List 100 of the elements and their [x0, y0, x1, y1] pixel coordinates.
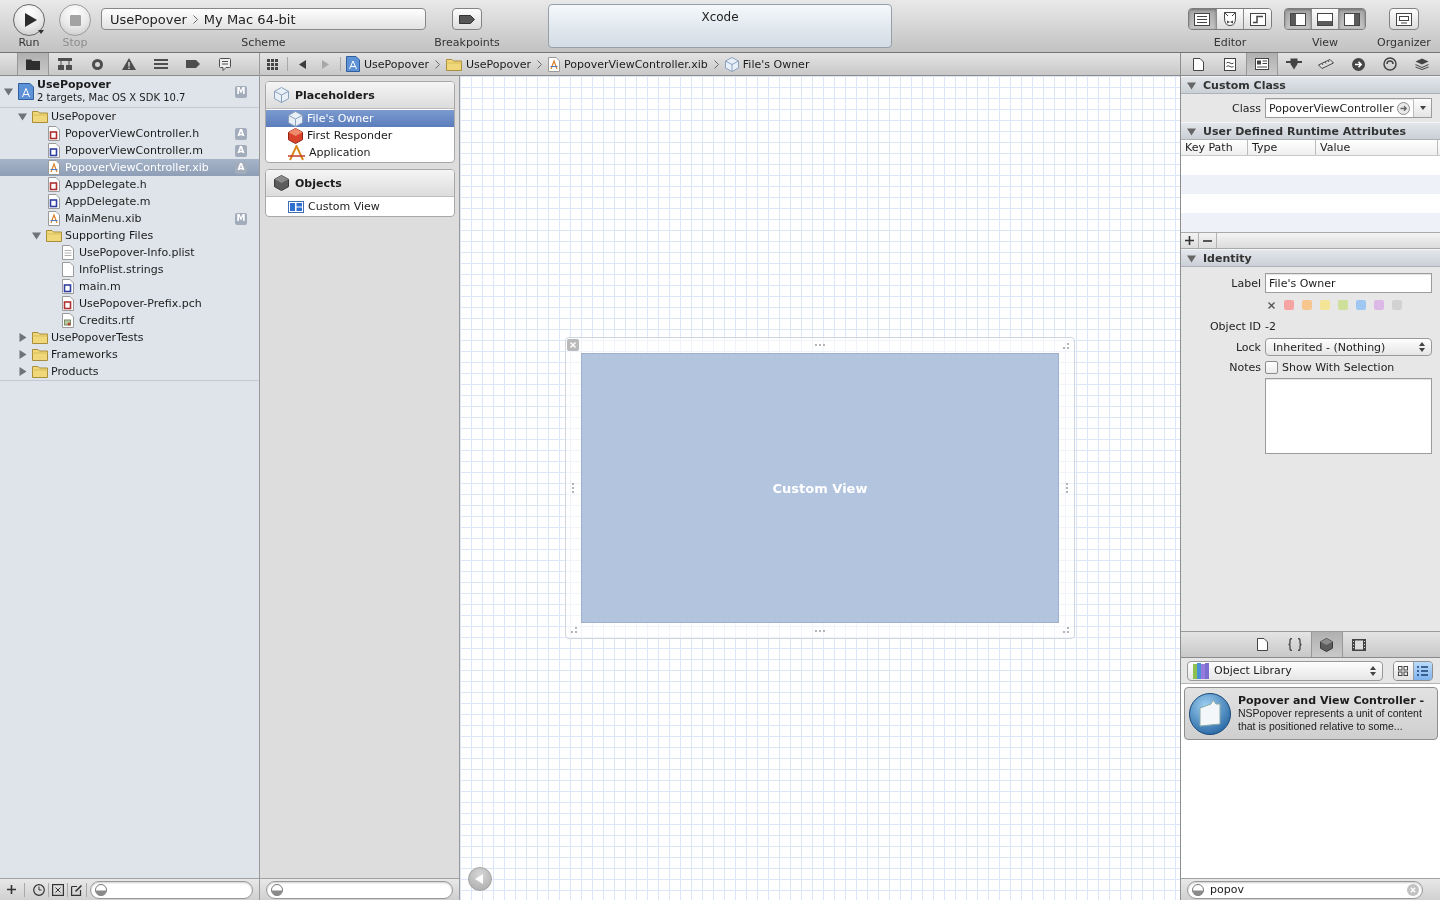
disclosure-triangle-icon[interactable] — [18, 367, 27, 376]
column-header[interactable]: Value — [1316, 140, 1438, 155]
run-button[interactable] — [13, 4, 45, 36]
folder-icon — [32, 110, 48, 123]
class-combo-box[interactable]: PopoverViewController — [1265, 98, 1432, 118]
library-popup[interactable]: Object Library — [1187, 660, 1383, 681]
unsaved-filter-button[interactable] — [52, 883, 64, 896]
plus-icon — [7, 885, 16, 894]
search-field[interactable]: popov — [1187, 880, 1423, 899]
speech-bubble-icon — [219, 57, 231, 71]
breadcrumb[interactable]: PopoverViewController.xib — [546, 53, 710, 75]
disclosure-triangle-icon[interactable] — [1187, 80, 1196, 90]
navigator-row[interactable]: AppDelegate.m — [0, 193, 259, 210]
minus-icon — [1203, 239, 1212, 242]
lock-popup[interactable]: Inherited - (Nothing) — [1265, 338, 1432, 356]
books-icon — [1193, 662, 1209, 679]
disclosure-triangle-icon[interactable] — [1187, 253, 1196, 263]
navigator-row[interactable]: main.m — [0, 278, 259, 295]
swatch-icon[interactable] — [1320, 300, 1330, 310]
checkbox-label: Show With Selection — [1282, 360, 1395, 374]
view-segment[interactable] — [1285, 9, 1311, 29]
interface-file-icon — [48, 211, 60, 226]
disclosure-triangle-icon[interactable] — [18, 350, 27, 359]
breadcrumb[interactable]: UsePopover — [444, 53, 534, 75]
swatch-icon[interactable] — [1374, 300, 1384, 310]
left-triangle-icon — [475, 874, 483, 884]
navigator-row[interactable]: Products — [0, 363, 259, 380]
breakpoints-button[interactable] — [452, 8, 482, 30]
stop-icon — [69, 14, 81, 26]
section-header[interactable]: User Defined Runtime Attributes — [1181, 122, 1440, 140]
column-header[interactable]: Type — [1248, 140, 1316, 155]
disclosure-triangle-icon[interactable] — [18, 333, 27, 342]
navigator-row[interactable]: Credits.rtf — [0, 312, 259, 329]
view-mode-button[interactable] — [1412, 661, 1432, 680]
toolbar-label: Organizer — [1377, 36, 1431, 49]
section-header[interactable]: Custom Class — [1181, 76, 1440, 94]
editor-segment[interactable] — [1243, 9, 1271, 29]
inspector-tab[interactable] — [1246, 53, 1278, 75]
tag-icon — [459, 14, 475, 24]
editor-segment[interactable] — [1189, 9, 1216, 29]
column-header[interactable]: Key Path — [1181, 140, 1248, 155]
navigator-row[interactable]: PopoverViewController.h A — [0, 125, 259, 142]
resize-grip-icon[interactable] — [1063, 343, 1069, 349]
swatch-icon[interactable] — [1356, 300, 1366, 310]
code-file-icon — [48, 126, 60, 141]
x-mark-icon[interactable] — [1268, 301, 1275, 309]
navigator-row[interactable]: UsePopover-Info.plist — [0, 244, 259, 261]
navigator-row[interactable]: Frameworks — [0, 346, 259, 363]
navigator-row[interactable]: AppDelegate.h — [0, 176, 259, 193]
filter-field[interactable] — [90, 880, 253, 899]
swatch-icon[interactable] — [1284, 300, 1294, 310]
navigator-row[interactable]: Supporting Files — [0, 227, 259, 244]
outline-row[interactable]: Custom View — [266, 198, 454, 215]
disclosure-triangle-icon[interactable] — [4, 87, 13, 96]
scheme-popup[interactable]: UsePopover My Mac 64-bit — [101, 8, 426, 30]
navigator-row[interactable]: PopoverViewController.m A — [0, 142, 259, 159]
filter-field[interactable] — [266, 880, 453, 899]
code-file-icon — [48, 194, 60, 209]
braces-icon — [1287, 638, 1302, 651]
view-segment[interactable] — [1338, 9, 1365, 29]
status-badge: A — [235, 127, 247, 140]
label-field[interactable]: File's Owner — [1265, 273, 1432, 293]
disclosure-triangle-icon[interactable] — [1187, 126, 1196, 136]
navigator-row[interactable]: UsePopover-Prefix.pch — [0, 295, 259, 312]
resize-grip-icon[interactable] — [1063, 627, 1069, 633]
notes-field[interactable] — [1265, 378, 1432, 454]
navigator-row[interactable]: UsePopover — [0, 108, 259, 125]
cube-icon — [274, 175, 289, 191]
view-mode-button[interactable] — [1394, 661, 1413, 680]
project-row[interactable]: UsePopover 2 targets, Mac OS X SDK 10.7 M — [0, 76, 259, 108]
breadcrumb[interactable]: File's Owner — [722, 53, 812, 75]
recent-filter-button[interactable] — [33, 883, 45, 896]
checkbox[interactable] — [1265, 360, 1278, 374]
disclosure-triangle-icon[interactable] — [32, 231, 41, 240]
organizer-button[interactable] — [1389, 8, 1419, 30]
breadcrumb[interactable]: UsePopover — [344, 53, 432, 75]
grid-icon — [266, 58, 278, 70]
navigator-row[interactable]: UsePopoverTests — [0, 329, 259, 346]
resize-grip-icon[interactable] — [571, 627, 577, 633]
library-item[interactable]: Popover and View Controller - NSPopover represents a unit of content that is positioned relative to some... — [1184, 687, 1438, 740]
section-header[interactable]: Identity — [1181, 249, 1440, 267]
editor-segment[interactable] — [1215, 9, 1244, 29]
status-badge: A — [235, 161, 247, 174]
navigator-row[interactable]: InfoPlist.strings — [0, 261, 259, 278]
navigator-row[interactable]: MainMenu.xib M — [0, 210, 259, 227]
section-title: Placeholders — [295, 88, 375, 102]
disclosure-triangle-icon[interactable] — [18, 112, 27, 121]
add-button[interactable] — [7, 885, 16, 894]
filter-icon — [1192, 883, 1204, 896]
outline-row[interactable]: Application — [266, 144, 454, 161]
swatch-icon[interactable] — [1338, 300, 1348, 310]
modified-filter-button[interactable] — [71, 883, 83, 896]
layout-icon — [288, 200, 304, 213]
view-segment[interactable] — [1311, 9, 1338, 29]
arrow-circle-icon[interactable] — [1397, 101, 1410, 115]
navigator-tab[interactable] — [17, 53, 49, 75]
swatch-icon[interactable] — [1302, 300, 1312, 310]
library-tab[interactable] — [1310, 632, 1343, 657]
outline-row[interactable]: First Responder — [266, 127, 454, 144]
toolbar-label: Breakpoints — [434, 36, 500, 49]
